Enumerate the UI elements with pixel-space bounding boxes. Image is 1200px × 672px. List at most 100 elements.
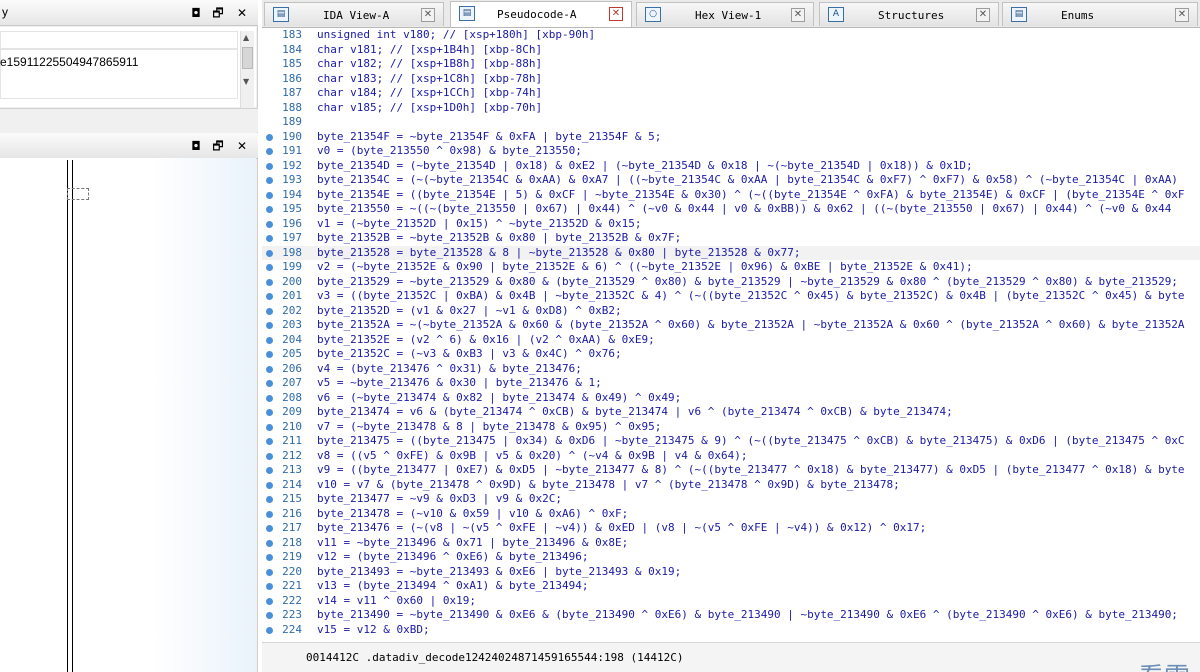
tab-close-icon[interactable]: ✕ (791, 8, 805, 22)
breakpoint-dot-icon[interactable] (266, 235, 273, 242)
pane1-row[interactable] (0, 31, 238, 49)
viewport-rectangle[interactable] (67, 188, 89, 200)
code-line[interactable]: 199 v2 = (~byte_21352E & 0x90 | byte_2135… (262, 260, 1200, 275)
code-line[interactable]: 223 byte_213490 = ~byte_213490 & 0xE6 & (… (262, 608, 1200, 623)
scroll-down-icon[interactable]: ▼ (243, 77, 249, 86)
breakpoint-dot-icon[interactable] (266, 612, 273, 619)
code-line[interactable]: 189 (262, 115, 1200, 130)
code-line[interactable]: 195 byte_213550 = ~((~(byte_213550 | 0x67… (262, 202, 1200, 217)
breakpoint-dot-icon[interactable] (266, 365, 273, 373)
close-icon[interactable]: ✕ (232, 3, 252, 23)
code-line[interactable]: 187 char v184; // [xsp+1CCh] [xbp-74h] (262, 86, 1200, 101)
close-icon[interactable]: ✕ (232, 136, 252, 156)
breakpoint-dot-icon[interactable] (266, 597, 273, 605)
code-line[interactable]: 198 byte_213528 = byte_213528 & 8 | ~byte… (262, 245, 1200, 260)
code-line[interactable]: 192 byte_21354D = (~byte_21354D | 0x18) &… (262, 159, 1200, 174)
code-line[interactable]: 201 v3 = ((byte_21352C | 0xBA) & 0x4B | ~… (262, 289, 1200, 304)
breakpoint-dot-icon[interactable] (266, 423, 273, 431)
tab-pseudocode-a[interactable]: ▤ Pseudocode-A ✕ (450, 1, 632, 27)
pseudocode-view[interactable]: 183 unsigned int v180; // [xsp+180h] [xbp… (262, 28, 1200, 642)
breakpoint-dot-icon[interactable] (266, 177, 273, 184)
code-line[interactable]: 210 v7 = (~byte_213478 & 8 | byte_213478 … (262, 420, 1200, 435)
breakpoint-dot-icon[interactable] (266, 467, 273, 474)
tab-close-icon[interactable]: ✕ (421, 8, 435, 22)
breakpoint-dot-icon[interactable] (266, 496, 273, 503)
tab-hex-view-1[interactable]: ○ Hex View-1 ✕ (636, 2, 814, 26)
tab-ida-view-a[interactable]: ▤ IDA View-A ✕ (264, 2, 444, 26)
code-line[interactable]: 218 v11 = ~byte_213496 & 0x71 | byte_2134… (262, 536, 1200, 551)
code-line[interactable]: 202 byte_21352D = (v1 & 0x27 | ~v1 & 0xD8… (262, 304, 1200, 319)
tab-close-icon[interactable]: ✕ (609, 7, 623, 21)
code-line[interactable]: 206 v4 = (byte_213476 ^ 0x31) & byte_2134… (262, 362, 1200, 377)
breakpoint-dot-icon[interactable] (266, 452, 273, 460)
code-line[interactable]: 221 v13 = (byte_213494 ^ 0xA1) & byte_213… (262, 579, 1200, 594)
code-line[interactable]: 197 byte_21352B = ~byte_21352B & 0x80 | b… (262, 231, 1200, 246)
breakpoint-dot-icon[interactable] (266, 336, 273, 344)
code-line[interactable]: 212 v8 = ((v5 ^ 0xFE) & 0x9B | v5 & 0x20)… (262, 449, 1200, 464)
breakpoint-dot-icon[interactable] (266, 191, 273, 199)
breakpoint-dot-icon[interactable] (266, 481, 273, 489)
code-line[interactable]: 214 v10 = v7 & (byte_213478 ^ 0x9D) & byt… (262, 478, 1200, 493)
breakpoint-dot-icon[interactable] (266, 539, 273, 547)
breakpoint-dot-icon[interactable] (266, 278, 273, 286)
code-line[interactable]: 191 v0 = (byte_213550 ^ 0x98) & byte_2135… (262, 144, 1200, 159)
float-icon[interactable]: 🗗 (208, 3, 228, 23)
graph-overview[interactable] (0, 158, 256, 672)
breakpoint-dot-icon[interactable] (266, 206, 273, 213)
breakpoint-dot-icon[interactable] (266, 307, 273, 315)
breakpoint-dot-icon[interactable] (266, 525, 273, 532)
restore-icon[interactable]: ◘ (186, 3, 206, 23)
breakpoint-dot-icon[interactable] (266, 162, 273, 170)
code-line[interactable]: 208 v6 = (~byte_213474 & 0x82 | byte_2134… (262, 391, 1200, 406)
code-line[interactable]: 204 byte_21352E = (v2 ^ 6) & 0x16 | (v2 ^… (262, 333, 1200, 348)
breakpoint-dot-icon[interactable] (266, 510, 273, 518)
code-line[interactable]: 186 char v183; // [xsp+1C8h] [xbp-78h] (262, 72, 1200, 87)
scroll-thumb[interactable] (242, 47, 253, 69)
code-line[interactable]: 213 v9 = ((byte_213477 | 0xE7) & 0xD5 | ~… (262, 463, 1200, 478)
tab-structures[interactable]: A Structures ✕ (819, 2, 999, 26)
breakpoint-dot-icon[interactable] (266, 626, 273, 634)
tab-enums[interactable]: ▤ Enums ✕ (1002, 2, 1198, 26)
code-line[interactable]: 196 v1 = (~byte_21352D | 0x15) ^ ~byte_21… (262, 217, 1200, 232)
float-icon[interactable]: 🗗 (208, 136, 228, 156)
code-line[interactable]: 207 v5 = ~byte_213476 & 0x30 | byte_21347… (262, 376, 1200, 391)
code-line[interactable]: 185 char v182; // [xsp+1B8h] [xbp-88h] (262, 57, 1200, 72)
code-line[interactable]: 216 byte_213478 = (~v10 & 0x59 | v10 & 0x… (262, 507, 1200, 522)
code-line[interactable]: 184 char v181; // [xsp+1B4h] [xbp-8Ch] (262, 43, 1200, 58)
code-line[interactable]: 222 v14 = v11 ^ 0x60 | 0x19; (262, 594, 1200, 609)
code-line[interactable]: 200 byte_213529 = ~byte_213529 & 0x80 & (… (262, 275, 1200, 290)
code-line[interactable]: 193 byte_21354C = (~(~byte_21354C & 0xAA)… (262, 173, 1200, 188)
code-line[interactable]: 205 byte_21352C = (~v3 & 0xB3 | v3 & 0x4C… (262, 347, 1200, 362)
code-line[interactable]: 219 v12 = (byte_213496 ^ 0xE6) & byte_213… (262, 550, 1200, 565)
breakpoint-dot-icon[interactable] (266, 583, 273, 590)
breakpoint-dot-icon[interactable] (266, 409, 273, 416)
code-line[interactable]: 217 byte_213476 = (~(v8 | ~(v5 ^ 0xFE | ~… (262, 521, 1200, 536)
code-line[interactable]: 211 byte_213475 = ((byte_213475 | 0x34) &… (262, 434, 1200, 449)
breakpoint-dot-icon[interactable] (266, 322, 273, 329)
breakpoint-dot-icon[interactable] (266, 148, 273, 155)
breakpoint-dot-icon[interactable] (266, 554, 273, 561)
breakpoint-dot-icon[interactable] (266, 293, 273, 300)
breakpoint-dot-icon[interactable] (266, 438, 273, 445)
breakpoint-dot-icon[interactable] (266, 133, 273, 141)
code-line[interactable]: 190 byte_21354F = ~byte_21354F & 0xFA | b… (262, 130, 1200, 145)
breakpoint-dot-icon[interactable] (266, 249, 273, 257)
breakpoint-dot-icon[interactable] (266, 351, 273, 358)
tab-close-icon[interactable]: ✕ (1175, 8, 1189, 22)
scroll-up-icon[interactable]: ▲ (243, 33, 249, 42)
breakpoint-dot-icon[interactable] (266, 394, 273, 402)
breakpoint-dot-icon[interactable] (266, 380, 273, 387)
code-line[interactable]: 183 unsigned int v180; // [xsp+180h] [xbp… (262, 28, 1200, 43)
code-line[interactable]: 215 byte_213477 = ~v9 & 0xD3 | v9 & 0x2C; (262, 492, 1200, 507)
breakpoint-dot-icon[interactable] (266, 568, 273, 576)
code-line[interactable]: 203 byte_21352A = ~(~byte_21352A & 0x60 &… (262, 318, 1200, 333)
breakpoint-dot-icon[interactable] (266, 220, 273, 228)
code-line[interactable]: 224 v15 = v12 & 0xBD; (262, 623, 1200, 638)
code-line[interactable]: 188 char v185; // [xsp+1D0h] [xbp-70h] (262, 101, 1200, 116)
code-line[interactable]: 209 byte_213474 = v6 & (byte_213474 ^ 0xC… (262, 405, 1200, 420)
breakpoint-dot-icon[interactable] (266, 264, 273, 271)
code-line[interactable]: 220 byte_213493 = ~byte_213493 & 0xE6 | b… (262, 565, 1200, 580)
code-line[interactable]: 194 byte_21354E = ((byte_21354E | 5) & 0x… (262, 188, 1200, 203)
tab-close-icon[interactable]: ✕ (976, 8, 990, 22)
restore-icon[interactable]: ◘ (186, 136, 206, 156)
